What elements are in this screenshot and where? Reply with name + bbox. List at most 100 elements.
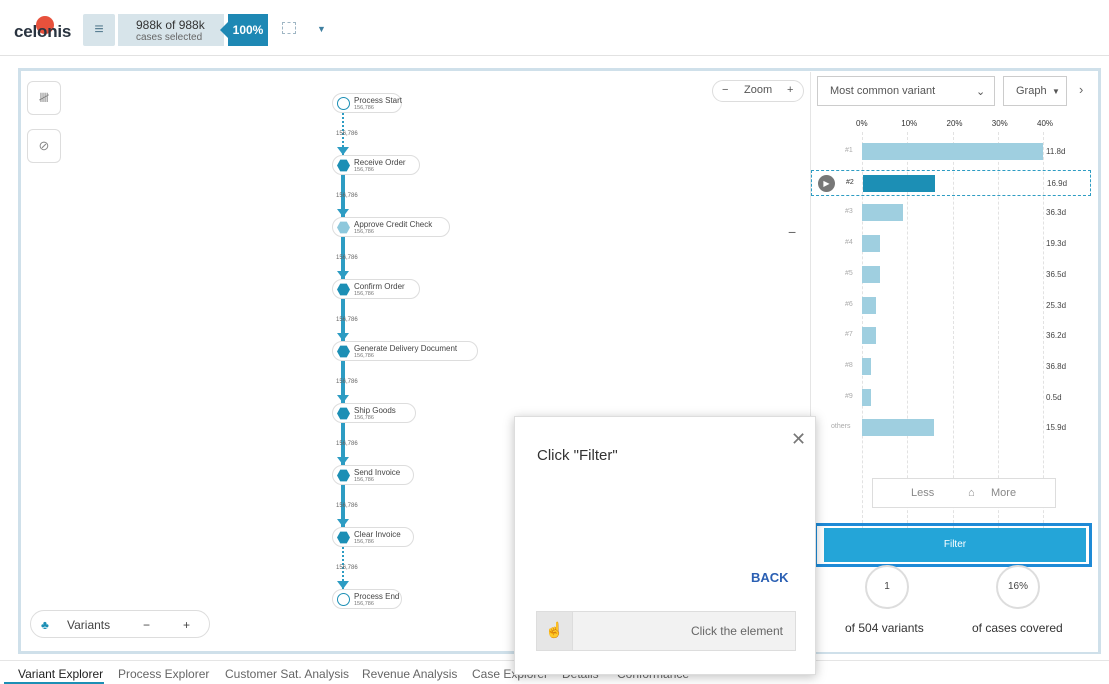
tab-revenue-analysis[interactable]: Revenue Analysis <box>362 667 457 681</box>
variant-label: #9 <box>845 392 853 400</box>
variant-bar-row[interactable]: #4 19.3d <box>811 231 1099 257</box>
node-count: 156,786 <box>354 229 374 235</box>
home-icon[interactable]: ⌂ <box>968 487 975 499</box>
start-end-icon <box>337 97 350 110</box>
node-label: Receive Order <box>354 158 406 167</box>
less-button[interactable]: Less <box>911 487 934 499</box>
variants-label: Variants <box>67 618 111 632</box>
variant-bar[interactable] <box>862 265 881 283</box>
activity-icon <box>337 345 350 358</box>
variant-duration: 16.9d <box>1047 178 1068 188</box>
variant-bar[interactable] <box>862 327 876 345</box>
tab-customer-sat-analysis[interactable]: Customer Sat. Analysis <box>225 667 349 681</box>
close-icon[interactable]: ✕ <box>791 429 806 450</box>
variant-dropdown[interactable]: Most common variant ⌄ <box>817 76 995 106</box>
variant-bar[interactable] <box>862 388 872 406</box>
collapse-button[interactable]: − <box>788 224 796 240</box>
edge-arrow <box>337 519 349 527</box>
edge-count: 156,786 <box>336 255 358 261</box>
start-end-icon <box>337 593 350 606</box>
edge-count: 156,786 <box>336 441 358 447</box>
caret-down-icon: ▼ <box>1052 87 1060 96</box>
process-node[interactable]: Clear Invoice 156,786 <box>332 527 414 547</box>
variant-bar[interactable] <box>862 296 876 314</box>
play-icon[interactable]: ▶ <box>818 174 835 192</box>
node-label: Process End <box>354 592 400 601</box>
variant-bar-row[interactable]: #6 25.3d <box>811 293 1099 319</box>
back-button[interactable]: BACK <box>751 570 789 585</box>
variant-bar-row[interactable]: #1 11.8d <box>811 139 1099 165</box>
axis-tick-label: 0% <box>856 119 868 128</box>
variant-label: #7 <box>845 331 853 339</box>
edge-arrow <box>337 395 349 403</box>
activity-icon <box>337 159 350 172</box>
variant-bar[interactable] <box>862 357 872 375</box>
zoom-in-button[interactable]: + <box>787 84 793 96</box>
activity-icon <box>337 531 350 544</box>
edge-arrow <box>337 457 349 465</box>
axis-tick-label: 20% <box>946 119 963 128</box>
edge-count: 156,786 <box>336 503 358 509</box>
variant-dropdown-value: Most common variant <box>830 85 936 97</box>
more-button[interactable]: More <box>991 487 1016 499</box>
variant-bar-row[interactable]: #5 36.5d <box>811 262 1099 288</box>
process-node[interactable]: Generate Delivery Document 156,786 <box>332 341 478 361</box>
variants-icon: ♣ <box>41 618 49 632</box>
tab-process-explorer[interactable]: Process Explorer <box>118 667 209 681</box>
variant-duration: 15.9d <box>1046 423 1067 433</box>
variant-duration: 0.5d <box>1046 392 1062 402</box>
variant-bar-row[interactable]: #3 36.3d <box>811 200 1099 226</box>
node-count: 156,786 <box>354 415 374 421</box>
edge-arrow <box>337 581 349 589</box>
node-label: Process Start <box>354 96 403 105</box>
node-label: Approve Credit Check <box>354 220 433 229</box>
variant-bar[interactable] <box>862 204 903 222</box>
variant-bar[interactable] <box>863 174 936 192</box>
variant-label: others <box>831 423 851 431</box>
axis-tick-label: 40% <box>1037 119 1054 128</box>
process-node[interactable]: Confirm Order 156,786 <box>332 279 420 299</box>
zoom-out-button[interactable]: − <box>722 84 728 96</box>
filter-button[interactable]: Filter <box>824 528 1086 562</box>
node-label: Send Invoice <box>354 468 401 477</box>
variant-duration: 11.8d <box>1046 147 1066 156</box>
variant-duration: 36.3d <box>1046 208 1067 218</box>
process-node[interactable]: Approve Credit Check 156,786 <box>332 217 450 237</box>
variant-label: #3 <box>845 208 853 216</box>
variants-plus-button[interactable]: + <box>183 618 190 632</box>
activity-icon <box>337 469 350 482</box>
variant-bar[interactable] <box>862 143 1043 160</box>
tutorial-dialog: Click "Filter" ✕ BACK ☝ Click the elemen… <box>514 416 816 675</box>
variants-count-label: of 504 variants <box>845 621 924 635</box>
next-arrow-icon[interactable]: › <box>1079 82 1083 97</box>
variant-bar-row[interactable]: #9 0.5d <box>811 385 1099 411</box>
variant-bar-row[interactable]: others 15.9d <box>811 415 1099 441</box>
zoom-control[interactable]: − Zoom + <box>712 80 804 102</box>
graph-button[interactable]: Graph ▼ <box>1003 76 1067 106</box>
cases-covered-circle: 16% <box>996 565 1040 609</box>
tab-variant-explorer[interactable]: Variant Explorer <box>18 667 103 681</box>
axis-tick-label: 30% <box>991 119 1008 128</box>
variant-bar[interactable] <box>862 419 935 437</box>
variants-control: ♣ Variants − + <box>30 610 210 638</box>
variant-bar-row[interactable]: #8 36.8d <box>811 354 1099 380</box>
cases-covered-label: of cases covered <box>972 621 1063 635</box>
variant-bar-row[interactable]: #7 36.2d <box>811 323 1099 349</box>
process-node[interactable]: Process Start 156,786 <box>332 93 402 113</box>
process-node[interactable]: Receive Order 156,786 <box>332 155 420 175</box>
variant-bar[interactable] <box>862 235 881 253</box>
variants-minus-button[interactable]: − <box>143 618 150 632</box>
variant-bar-row[interactable]: #2 16.9d ▶ <box>811 169 1091 196</box>
variant-duration: 19.3d <box>1046 239 1067 249</box>
graph-label: Graph <box>1016 85 1047 97</box>
edge-count: 156,786 <box>336 565 358 571</box>
process-node[interactable]: Ship Goods 156,786 <box>332 403 416 423</box>
variant-duration: 25.3d <box>1046 300 1067 310</box>
less-more-control: Less ⌂ More <box>872 478 1056 508</box>
node-count: 156,786 <box>354 105 374 111</box>
node-count: 156,786 <box>354 539 374 545</box>
process-node[interactable]: Process End 156,786 <box>332 589 402 609</box>
chevron-down-icon: ⌄ <box>976 86 986 98</box>
node-count: 156,786 <box>354 477 374 483</box>
process-node[interactable]: Send Invoice 156,786 <box>332 465 414 485</box>
